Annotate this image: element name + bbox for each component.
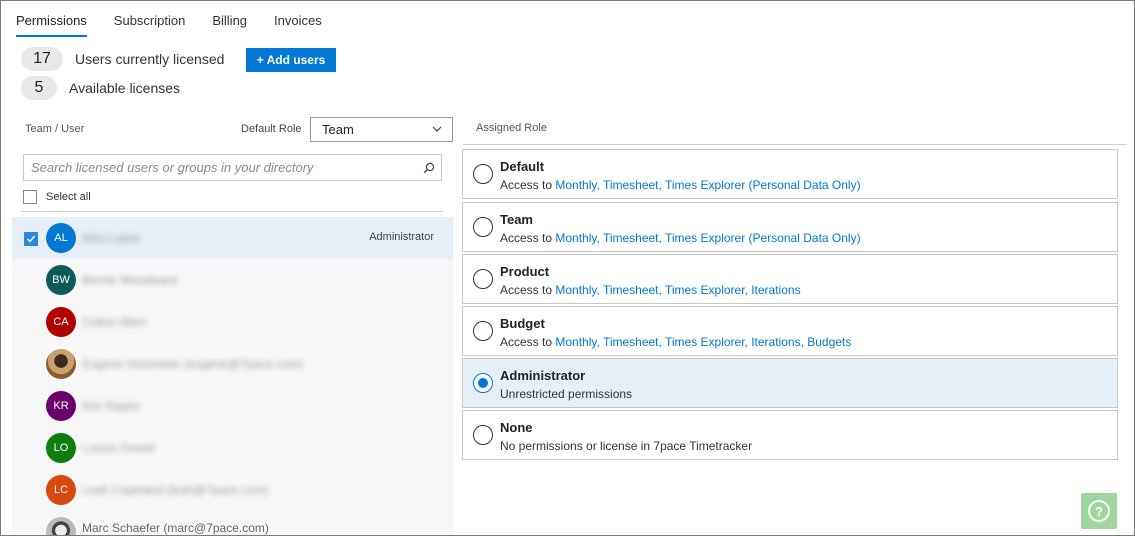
user-row[interactable]: Marc Schaefer (marc@7pace.com) xyxy=(12,511,453,535)
avatar: BW xyxy=(46,265,76,295)
role-access-links[interactable]: Monthly, Timesheet, Times Explorer, Iter… xyxy=(555,335,851,349)
user-checkbox[interactable] xyxy=(24,232,38,246)
user-name: Lucius Orwell xyxy=(82,441,155,455)
role-radio[interactable] xyxy=(473,164,493,184)
user-name: Marc Schaefer (marc@7pace.com) xyxy=(82,521,269,535)
licensed-users-row: 17 Users currently licensed xyxy=(21,47,224,71)
available-label: Available licenses xyxy=(69,80,181,96)
role-option-default[interactable]: Default Access to Monthly, Timesheet, Tim… xyxy=(462,149,1118,199)
user-row[interactable]: LO Lucius Orwell xyxy=(12,427,453,469)
avatar: LC xyxy=(46,475,76,505)
chevron-down-icon xyxy=(432,126,442,132)
role-description: No permissions or license in 7pace Timet… xyxy=(500,439,752,453)
divider xyxy=(463,144,1127,145)
role-access-links[interactable]: Monthly, Timesheet, Times Explorer (Pers… xyxy=(555,178,860,192)
select-all[interactable]: Select all xyxy=(23,190,91,204)
role-option-team[interactable]: Team Access to Monthly, Timesheet, Times … xyxy=(462,202,1118,252)
assigned-role-header: Assigned Role xyxy=(476,122,547,134)
user-row[interactable]: KR Kim Raylor xyxy=(12,385,453,427)
user-row[interactable]: AL Alex Lopez Administrator xyxy=(12,217,453,259)
search-input[interactable] xyxy=(31,160,411,175)
role-access-links[interactable]: Monthly, Timesheet, Times Explorer, Iter… xyxy=(555,283,800,297)
role-description: Unrestricted permissions xyxy=(500,387,632,401)
role-description-text: Unrestricted permissions xyxy=(500,387,633,401)
default-role-dropdown[interactable]: Team xyxy=(310,117,453,142)
divider xyxy=(21,211,443,212)
user-list: AL Alex Lopez Administrator BW Bernie Woodwa… xyxy=(12,217,453,535)
role-description: Access to Monthly, Timesheet, Times Expl… xyxy=(500,283,801,297)
question-icon: ? xyxy=(1088,500,1110,522)
user-name: Leah Copeland (leah@7pace.com) xyxy=(82,483,269,497)
role-option-budget[interactable]: Budget Access to Monthly, Timesheet, Time… xyxy=(462,306,1118,356)
select-all-label: Select all xyxy=(46,191,91,203)
avatar: AL xyxy=(46,223,76,253)
help-button[interactable]: ? xyxy=(1081,493,1117,529)
team-user-header: Team / User xyxy=(25,123,85,135)
user-row[interactable]: BW Bernie Woodward xyxy=(12,259,453,301)
default-role-label: Default Role xyxy=(241,123,302,135)
select-all-checkbox[interactable] xyxy=(23,190,37,204)
role-radio[interactable] xyxy=(473,373,493,393)
role-description-text: Access to xyxy=(500,231,556,245)
role-description-text: Access to xyxy=(500,335,556,349)
role-description-text: Access to xyxy=(500,178,556,192)
user-row[interactable]: Eugene Holzmeier (eugene@7pace.com) xyxy=(12,343,453,385)
role-description-text: No permissions or license in 7pace Timet… xyxy=(500,439,753,453)
checkmark-icon xyxy=(27,235,36,243)
avatar: LO xyxy=(46,433,76,463)
role-radio[interactable] xyxy=(473,425,493,445)
role-radio[interactable] xyxy=(473,321,493,341)
role-name: Budget xyxy=(500,316,545,331)
user-row[interactable]: CA Colton Allen xyxy=(12,301,453,343)
user-role: Administrator xyxy=(369,231,434,243)
role-option-product[interactable]: Product Access to Monthly, Timesheet, Tim… xyxy=(462,254,1118,304)
search-icon[interactable] xyxy=(423,162,435,174)
avatar: KR xyxy=(46,391,76,421)
licensed-label: Users currently licensed xyxy=(75,51,225,67)
available-count-badge: 5 xyxy=(21,76,57,100)
licensed-count-badge: 17 xyxy=(21,47,63,71)
avatar xyxy=(46,517,76,535)
role-name: Team xyxy=(500,212,533,227)
add-users-button[interactable]: + Add users xyxy=(246,48,336,72)
role-description: Access to Monthly, Timesheet, Times Expl… xyxy=(500,178,861,192)
role-radio[interactable] xyxy=(473,217,493,237)
tab-invoices[interactable]: Invoices xyxy=(274,13,322,37)
role-option-none[interactable]: None No permissions or license in 7pace T… xyxy=(462,410,1118,460)
tab-subscription[interactable]: Subscription xyxy=(114,13,186,37)
tab-permissions[interactable]: Permissions xyxy=(16,13,87,37)
user-name: Bernie Woodward xyxy=(82,273,178,287)
permissions-page: Permissions Subscription Billing Invoice… xyxy=(0,0,1135,536)
user-name: Eugene Holzmeier (eugene@7pace.com) xyxy=(82,357,303,371)
user-name: Kim Raylor xyxy=(82,399,141,413)
user-name: Alex Lopez xyxy=(82,231,142,245)
tab-billing[interactable]: Billing xyxy=(212,13,247,37)
role-description-text: Access to xyxy=(500,283,556,297)
role-option-administrator[interactable]: Administrator Unrestricted permissions xyxy=(462,358,1118,408)
user-name: Colton Allen xyxy=(82,315,147,329)
tab-bar: Permissions Subscription Billing Invoice… xyxy=(16,13,349,37)
search-box xyxy=(23,154,442,181)
role-access-links[interactable]: Monthly, Timesheet, Times Explorer (Pers… xyxy=(555,231,860,245)
avatar xyxy=(46,349,76,379)
role-name: None xyxy=(500,420,533,435)
available-licenses-row: 5 Available licenses xyxy=(21,76,180,100)
role-description: Access to Monthly, Timesheet, Times Expl… xyxy=(500,231,861,245)
role-radio[interactable] xyxy=(473,269,493,289)
user-row[interactable]: LC Leah Copeland (leah@7pace.com) xyxy=(12,469,453,511)
role-name: Administrator xyxy=(500,368,586,383)
avatar: CA xyxy=(46,307,76,337)
role-description: Access to Monthly, Timesheet, Times Expl… xyxy=(500,335,851,349)
role-name: Default xyxy=(500,159,545,174)
role-name: Product xyxy=(500,264,550,279)
default-role-value: Team xyxy=(322,122,354,137)
